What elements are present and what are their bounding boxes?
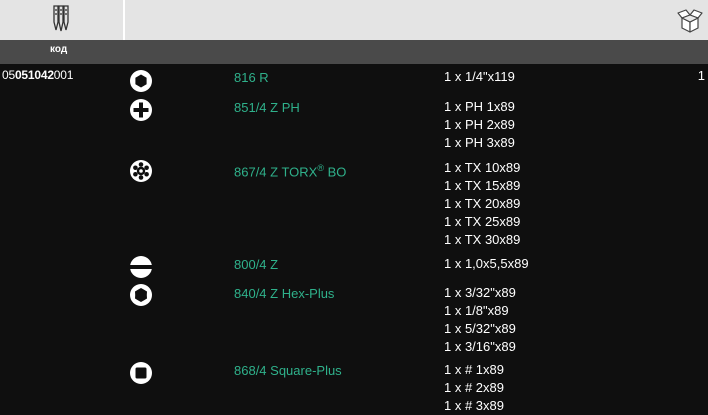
product-name: 840/4 Z Hex-Plus: [234, 286, 335, 301]
column-header-bar: код: [0, 40, 708, 64]
list-item: 1 x # 2x89: [444, 380, 504, 395]
list-item: 1 x 5/32"x89: [444, 321, 516, 336]
list-item: 1 x 1,0x5,5x89: [444, 256, 529, 271]
product-name: 816 R: [234, 70, 269, 85]
header-divider: [123, 0, 125, 40]
hex-plus-profile-icon: [130, 284, 152, 306]
list-item: 1 x TX 20x89: [444, 196, 521, 211]
list-item: 1 x PH 1x89: [444, 99, 515, 114]
product-name-main: 867/4 Z TORX: [234, 164, 318, 180]
list-item: 1 x TX 25x89: [444, 214, 521, 229]
product-name: 851/4 Z PH: [234, 100, 300, 115]
product-name-tail: BO: [323, 164, 347, 180]
list-item: 1 x # 1x89: [444, 362, 504, 377]
code-column-label: код: [50, 44, 68, 55]
list-item: 1 x 3/32"x89: [444, 285, 516, 300]
item-list: 1 x # 1x89 1 x # 2x89 1 x # 3x89: [444, 361, 504, 415]
set-quantity: 1: [697, 68, 705, 83]
phillips-profile-icon: [130, 99, 152, 121]
square-profile-icon: [130, 362, 152, 384]
open-box-icon: [677, 9, 703, 33]
product-name: 800/4 Z: [234, 257, 279, 272]
list-item: 1 x PH 2x89: [444, 117, 515, 132]
article-prefix: 05: [2, 68, 15, 82]
product-name: 868/4 Square-Plus: [234, 363, 342, 378]
torx-profile-icon: [130, 160, 152, 182]
slotted-profile-icon: [130, 256, 152, 278]
item-list: 1 x 3/32"x89 1 x 1/8"x89 1 x 5/32"x89 1 …: [444, 284, 516, 356]
hex-profile-icon: [130, 70, 152, 92]
list-item: 1 x 1/4"x119: [444, 69, 515, 84]
item-list: 1 x 1,0x5,5x89: [444, 255, 529, 273]
list-item: 1 x 3/16"x89: [444, 339, 516, 354]
list-item: 1 x # 3x89: [444, 398, 504, 413]
item-list: 1 x TX 10x89 1 x TX 15x89 1 x TX 20x89 1…: [444, 159, 520, 249]
item-list: 1 x PH 1x89 1 x PH 2x89 1 x PH 3x89: [444, 98, 515, 152]
list-item: 1 x TX 10x89: [444, 160, 521, 175]
article-core: 051042: [14, 68, 54, 82]
screwdriver-bits-icon: [53, 5, 69, 32]
list-item: 1 x PH 3x89: [444, 135, 515, 150]
article-number: 05051042001: [2, 68, 73, 82]
list-item: 1 x 1/8"x89: [444, 303, 509, 318]
header-bar: [0, 0, 708, 40]
registered-mark: ®: [317, 163, 324, 173]
list-item: 1 x TX 30x89: [444, 232, 521, 247]
item-list: 1 x 1/4"x119: [444, 68, 515, 86]
article-suffix: 001: [53, 68, 74, 82]
list-item: 1 x TX 15x89: [444, 178, 521, 193]
product-name: 867/4 Z TORX® BO: [234, 163, 346, 179]
